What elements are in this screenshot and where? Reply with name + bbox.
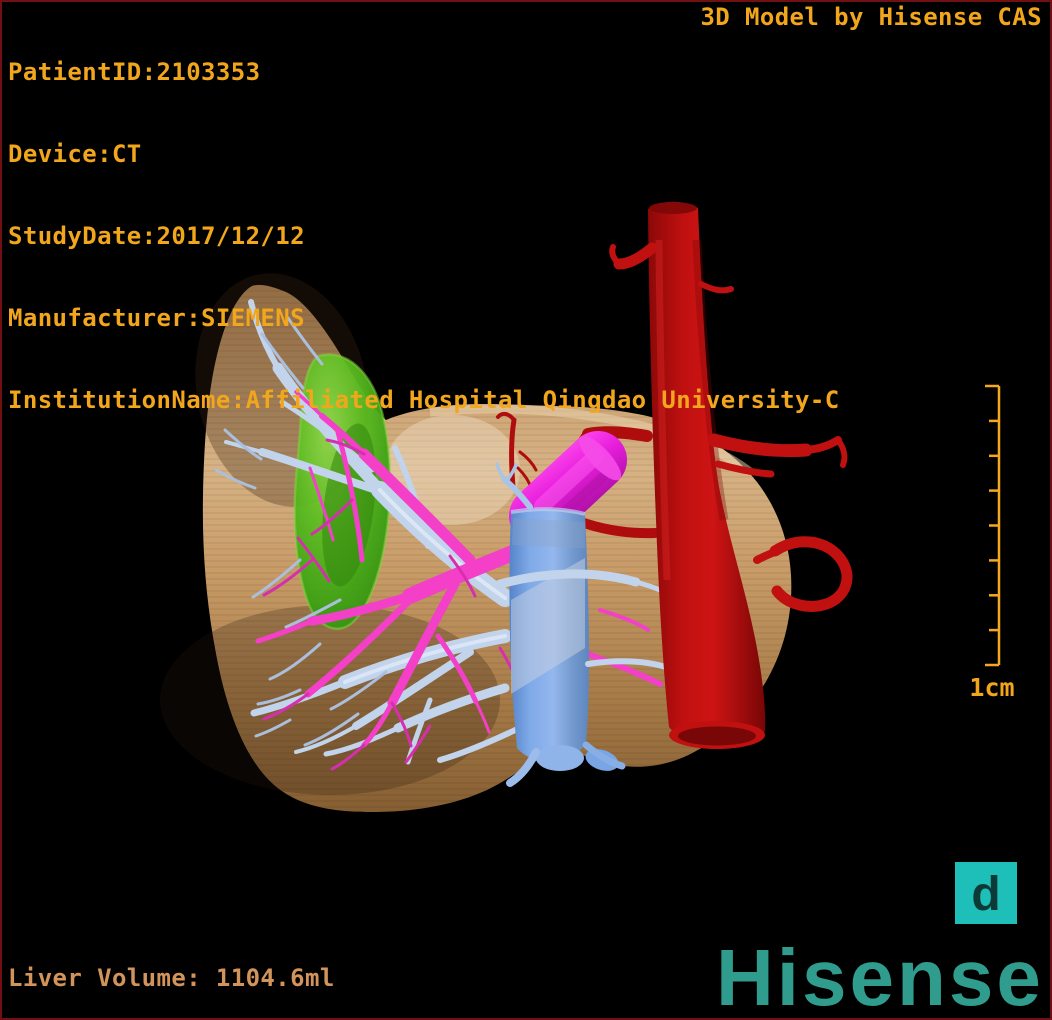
liver-volume-text: Liver Volume: 1104.6ml [8,964,335,992]
viewer-window: PatientID:2103353 Device:CT StudyDate:20… [0,0,1052,1020]
study-date-text: StudyDate:2017/12/12 [8,222,305,250]
model-watermark-text: 3D Model by Hisense CAS [700,3,1042,31]
app-d-icon-letter: d [971,867,1001,921]
device-text: Device:CT [8,140,142,168]
institution-text: InstitutionName:Affiliated Hospital Qing… [8,386,840,414]
manufacturer-text: Manufacturer:SIEMENS [8,304,305,332]
scale-bar-ruler: 1cm [969,384,1015,702]
scale-bar-label: 1cm [969,673,1014,702]
patient-id-text: PatientID:2103353 [8,58,261,86]
patient-info-overlay: PatientID:2103353 Device:CT StudyDate:20… [8,3,840,469]
scale-bar: 1cm [958,378,1040,712]
app-d-icon: d [955,862,1017,924]
hisense-logo: Hisense [716,933,1044,1020]
